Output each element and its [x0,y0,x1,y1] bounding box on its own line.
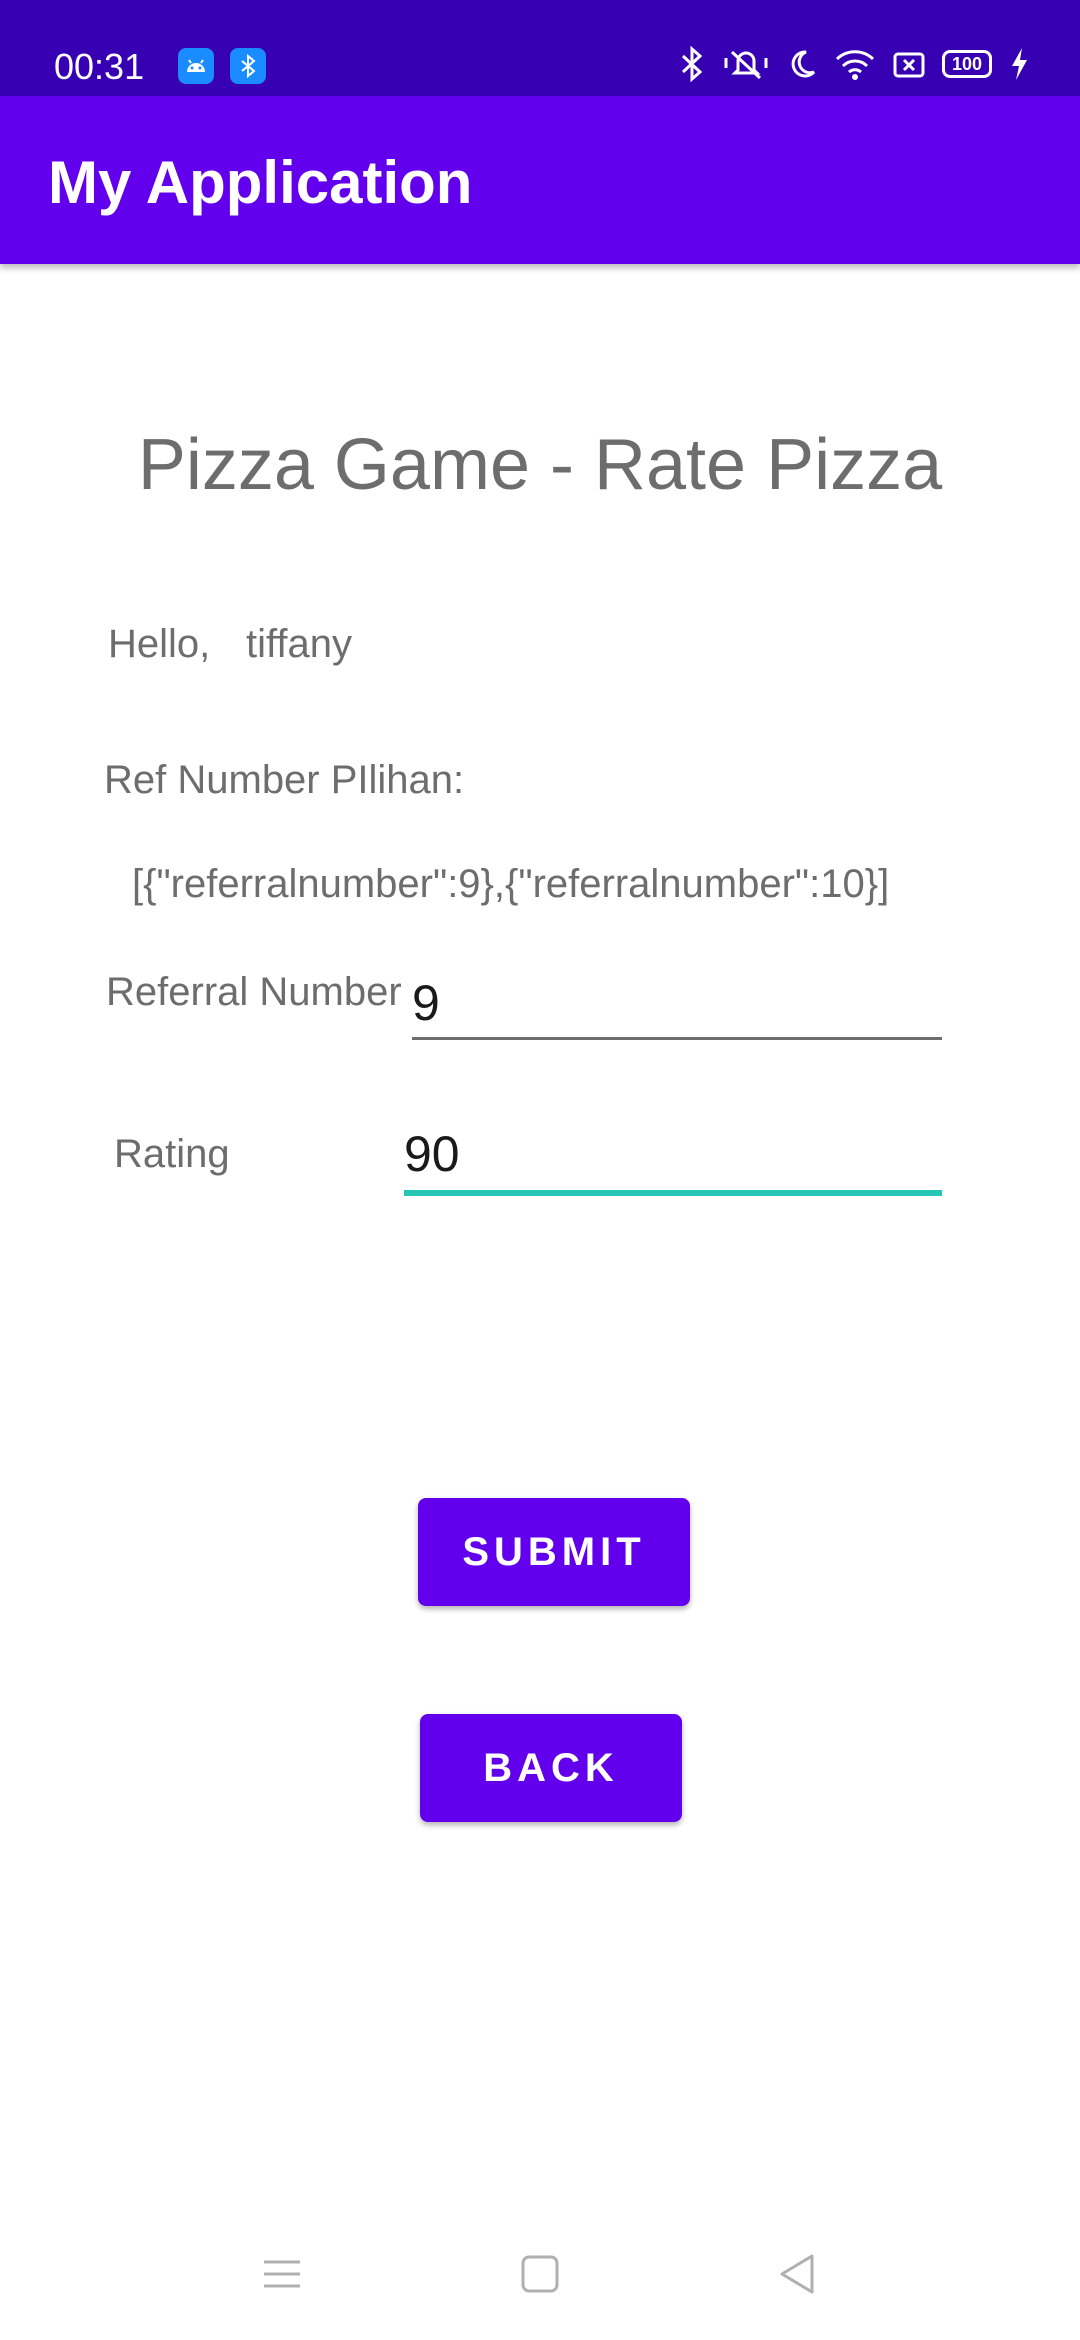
rating-label: Rating [114,1132,230,1176]
status-icons: 100 [678,44,1030,84]
wifi-icon [835,50,875,80]
ref-number-list: [{"referralnumber":9},{"referralnumber":… [132,862,890,906]
status-bar: 00:31 100 [0,0,1080,96]
android-notification-icon [178,48,214,84]
back-icon[interactable] [768,2244,828,2304]
submit-button[interactable]: SUBMIT [418,1498,690,1606]
page-title: Pizza Game - Rate Pizza [137,425,943,505]
navigation-bar [0,2214,1080,2340]
app-title: My Application [48,149,473,216]
vibrate-icon [724,50,768,80]
rating-field[interactable] [404,1118,942,1196]
bluetooth-icon [681,46,703,82]
battery-icon: 100 [942,50,992,78]
do-not-disturb-moon-icon [791,50,816,78]
ref-number-heading: Ref Number PIlihan: [104,758,465,802]
charging-icon [1012,48,1027,80]
menu-icon[interactable] [252,2244,312,2304]
app-bar: My Application [0,96,1080,264]
bluetooth-notification-icon [230,48,266,84]
status-time: 00:31 [54,46,145,87]
referral-number-label: Referral Number [106,970,402,1014]
home-icon[interactable] [510,2244,570,2304]
back-button[interactable]: BACK [420,1714,682,1822]
referral-number-field[interactable] [412,968,942,1040]
username: tiffany [246,622,352,666]
screen-record-icon [893,52,925,78]
greeting-prefix: Hello, [108,622,211,666]
